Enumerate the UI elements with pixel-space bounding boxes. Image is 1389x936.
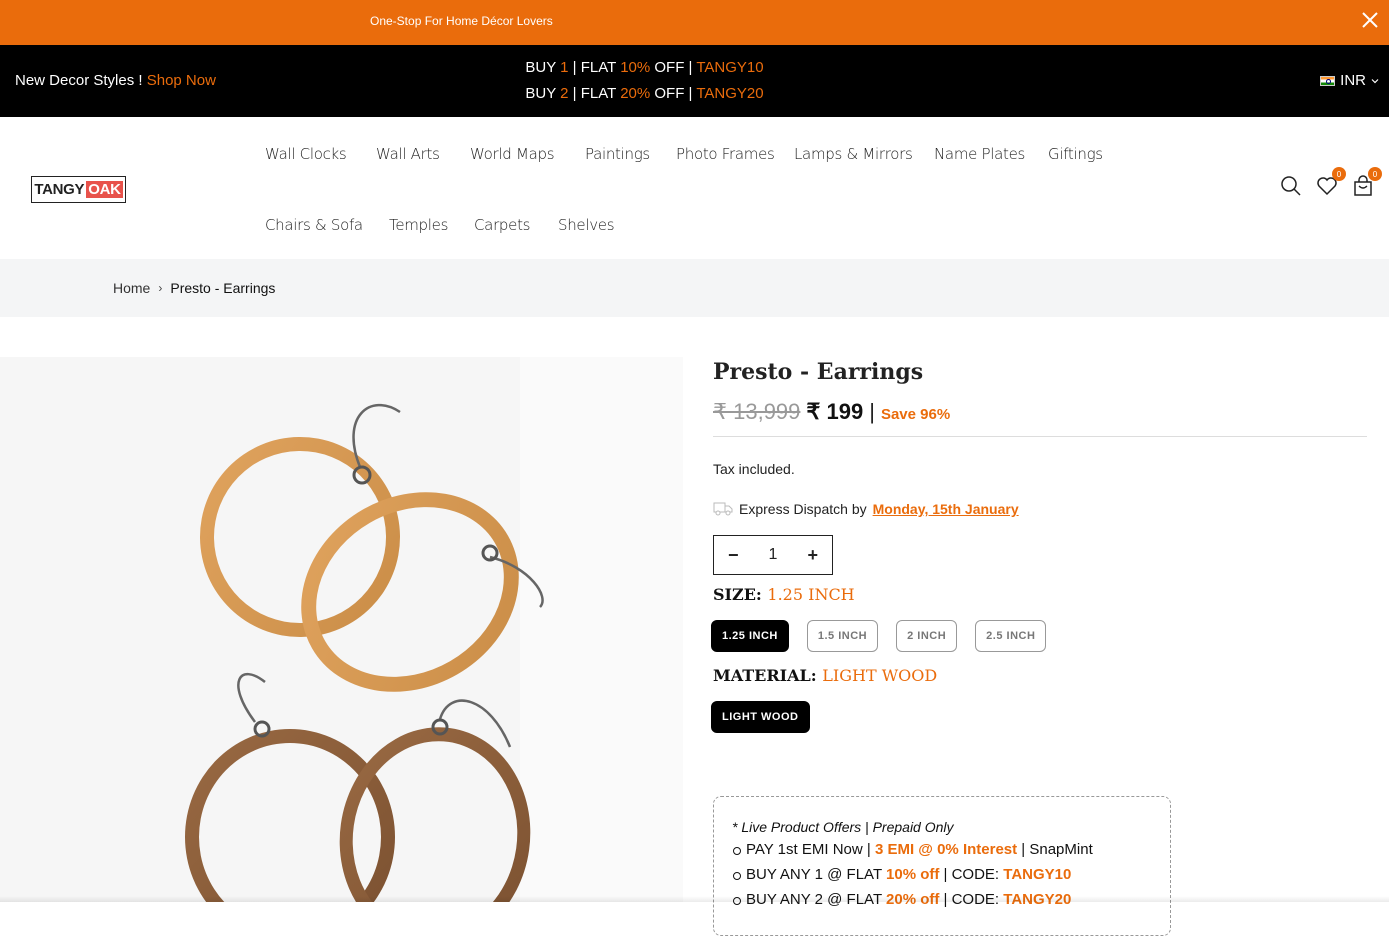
announcement-bar: One-Stop For Home Décor Lovers bbox=[0, 0, 1389, 45]
nav-item-wall-arts[interactable]: Wall Arts bbox=[376, 145, 440, 163]
offer-item: PAY 1st EMI Now | 3 EMI @ 0% Interest | … bbox=[733, 841, 1152, 858]
breadcrumb-home[interactable]: Home bbox=[113, 280, 150, 296]
size-option-1-5[interactable]: 1.5 INCH bbox=[806, 620, 879, 652]
cart-icon[interactable]: 0 bbox=[1352, 167, 1382, 197]
promo-qty: 1 bbox=[560, 59, 569, 76]
quantity-stepper: − 1 + bbox=[713, 535, 833, 575]
nav-item-shelves[interactable]: Shelves bbox=[558, 216, 615, 234]
divider bbox=[713, 436, 1367, 437]
save-badge: Save 96% bbox=[880, 406, 951, 423]
offer-text: BUY ANY 1 @ FLAT bbox=[746, 866, 882, 883]
promo-flat-text: | FLAT bbox=[572, 59, 617, 76]
announcement-text: One-Stop For Home Décor Lovers bbox=[370, 14, 553, 28]
size-label: SIZE: 1.25 INCH bbox=[713, 585, 855, 604]
sale-price: ₹ 199 bbox=[806, 399, 864, 424]
nav-item-chairs-sofa[interactable]: Chairs & Sofa bbox=[265, 216, 363, 234]
nav-item-carpets[interactable]: Carpets bbox=[474, 216, 530, 234]
truck-icon bbox=[713, 502, 733, 516]
site-header: TANGY OAK Wall Clocks Wall Arts World Map… bbox=[0, 117, 1389, 259]
product-info: Presto - Earrings ₹ 13,999 ₹ 199 | Save … bbox=[711, 357, 1367, 936]
price-row: ₹ 13,999 ₹ 199 | Save 96% bbox=[713, 399, 950, 425]
live-offers-box: * Live Product Offers | Prepaid Only PAY… bbox=[713, 796, 1171, 936]
promo-qty: 2 bbox=[560, 85, 569, 102]
size-option-1-25[interactable]: 1.25 INCH bbox=[711, 620, 789, 652]
size-option-2-5[interactable]: 2.5 INCH bbox=[975, 620, 1047, 652]
wishlist-icon[interactable]: 0 bbox=[1316, 167, 1346, 197]
cart-count-badge: 0 bbox=[1368, 167, 1382, 181]
offer-text: PAY 1st EMI Now | bbox=[746, 841, 871, 858]
promo-percent: 10% bbox=[620, 59, 651, 76]
header-icons: 0 0 bbox=[1280, 167, 1382, 197]
size-label-text: SIZE: bbox=[713, 585, 762, 604]
offer-item: BUY ANY 1 @ FLAT 10% off | CODE: TANGY10 bbox=[733, 866, 1152, 883]
quantity-value[interactable]: 1 bbox=[769, 546, 778, 564]
promo-code: TANGY20 bbox=[696, 85, 764, 102]
close-icon[interactable] bbox=[1361, 11, 1379, 33]
material-selected-value: LIGHT WOOD bbox=[822, 666, 938, 685]
nav-item-temples[interactable]: Temples bbox=[389, 216, 448, 234]
material-options: LIGHT WOOD bbox=[711, 701, 810, 733]
promo-off-text: OFF | bbox=[654, 59, 693, 76]
site-logo[interactable]: TANGY OAK bbox=[31, 176, 126, 203]
wishlist-count-badge: 0 bbox=[1332, 167, 1346, 181]
dispatch-info: Express Dispatch by Monday, 15th January bbox=[713, 501, 1019, 517]
earrings-image bbox=[0, 357, 683, 902]
promo-flat-text: | FLAT bbox=[572, 85, 617, 102]
offer-highlight: 10% off bbox=[886, 866, 940, 883]
dispatch-label: Express Dispatch by bbox=[739, 501, 867, 517]
material-label: MATERIAL: LIGHT WOOD bbox=[713, 666, 937, 685]
currency-selector[interactable]: INR bbox=[1320, 72, 1379, 89]
logo-text-right: OAK bbox=[86, 181, 123, 198]
logo-text-left: TANGY bbox=[34, 181, 85, 198]
quantity-increase-button[interactable]: + bbox=[807, 545, 818, 566]
quantity-decrease-button[interactable]: − bbox=[728, 545, 739, 566]
material-option-light-wood[interactable]: LIGHT WOOD bbox=[711, 701, 810, 733]
sticky-bar-shadow bbox=[0, 896, 1389, 902]
nav-item-name-plates[interactable]: Name Plates bbox=[934, 145, 1025, 163]
nav-item-lamps-mirrors[interactable]: Lamps & Mirrors bbox=[794, 145, 913, 163]
promo-buy-text: BUY bbox=[525, 85, 556, 102]
size-selected-value: 1.25 INCH bbox=[767, 585, 855, 604]
promo-percent: 20% bbox=[620, 85, 651, 102]
promo-line-1: BUY 1 | FLAT 10% OFF | TANGY10 bbox=[0, 59, 1389, 76]
currency-label: INR bbox=[1340, 72, 1366, 89]
material-label-text: MATERIAL: bbox=[713, 666, 817, 685]
promo-bar: New Decor Styles ! Shop Now BUY 1 | FLAT… bbox=[0, 45, 1389, 117]
product-title: Presto - Earrings bbox=[713, 359, 924, 385]
nav-item-paintings[interactable]: Paintings bbox=[585, 145, 650, 163]
dispatch-date[interactable]: Monday, 15th January bbox=[873, 501, 1019, 517]
breadcrumb-current: Presto - Earrings bbox=[170, 280, 276, 296]
size-options: 1.25 INCH 1.5 INCH 2 INCH 2.5 INCH bbox=[711, 620, 1047, 652]
chevron-right-icon: › bbox=[158, 281, 163, 295]
original-price: ₹ 13,999 bbox=[713, 399, 801, 424]
chevron-down-icon bbox=[1371, 78, 1379, 83]
offer-text: | CODE: bbox=[943, 866, 1000, 883]
tax-note: Tax included. bbox=[713, 461, 795, 477]
offer-code: TANGY10 bbox=[1003, 866, 1072, 883]
offers-title: * Live Product Offers | Prepaid Only bbox=[732, 819, 954, 835]
breadcrumb: Home › Presto - Earrings bbox=[0, 259, 1389, 317]
nav-item-wall-clocks[interactable]: Wall Clocks bbox=[265, 145, 347, 163]
promo-off-text: OFF | bbox=[654, 85, 693, 102]
nav-item-giftings[interactable]: Giftings bbox=[1048, 145, 1103, 163]
size-option-2[interactable]: 2 INCH bbox=[896, 620, 958, 652]
india-flag-icon bbox=[1320, 75, 1336, 86]
price-separator: | bbox=[869, 399, 875, 424]
nav-item-photo-frames[interactable]: Photo Frames bbox=[676, 145, 775, 163]
offer-highlight: 3 EMI @ 0% Interest bbox=[874, 841, 1018, 858]
promo-line-2: BUY 2 | FLAT 20% OFF | TANGY20 bbox=[0, 85, 1389, 102]
product-image[interactable] bbox=[0, 357, 683, 902]
promo-buy-text: BUY bbox=[525, 59, 556, 76]
nav-item-world-maps[interactable]: World Maps bbox=[470, 145, 555, 163]
search-icon[interactable] bbox=[1280, 175, 1302, 197]
promo-code: TANGY10 bbox=[696, 59, 764, 76]
offer-text: | SnapMint bbox=[1021, 841, 1093, 858]
